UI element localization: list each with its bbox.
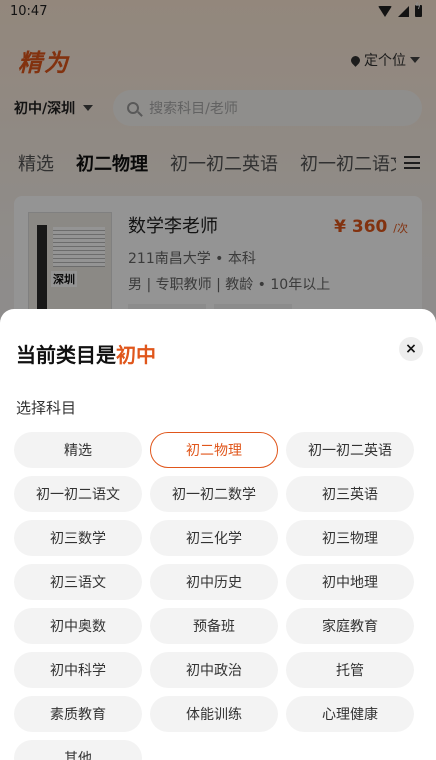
sheet-title: 当前类目是初中	[16, 343, 156, 367]
close-icon[interactable]: ×	[399, 337, 423, 361]
subject-option[interactable]: 初中科学	[14, 652, 142, 688]
subject-option[interactable]: 初一初二语文	[14, 476, 142, 512]
section-label: 选择科目	[16, 399, 77, 417]
subject-option[interactable]: 初中政治	[150, 652, 278, 688]
subject-option[interactable]: 初三化学	[150, 520, 278, 556]
subject-option[interactable]: 精选	[14, 432, 142, 468]
subject-option[interactable]: 初三英语	[286, 476, 414, 512]
subject-picker-sheet: 当前类目是初中 × 选择科目 精选 初二物理 初一初二英语 初一初二语文 初一初二数学初…	[0, 309, 436, 760]
subject-option[interactable]: 体能训练	[150, 696, 278, 732]
subject-option[interactable]: 初三物理	[286, 520, 414, 556]
subject-option[interactable]: 初一初二数学	[150, 476, 278, 512]
subject-option[interactable]: 初中奥数	[14, 608, 142, 644]
subject-grid: 精选 初二物理 初一初二英语初一初二语文 初一初二数学 初三英语初三数学 初三化学 初三物理…	[14, 432, 414, 760]
subject-option[interactable]: 初二物理	[150, 432, 278, 468]
subject-option[interactable]: 初三语文	[14, 564, 142, 600]
subject-option[interactable]: 初一初二英语	[286, 432, 414, 468]
current-category: 初中	[116, 343, 156, 367]
subject-option[interactable]: 心理健康	[286, 696, 414, 732]
subject-option[interactable]: 初中地理	[286, 564, 414, 600]
subject-option[interactable]: 家庭教育	[286, 608, 414, 644]
subject-option[interactable]: 初中历史	[150, 564, 278, 600]
subject-option[interactable]: 素质教育	[14, 696, 142, 732]
subject-option[interactable]: 初三数学	[14, 520, 142, 556]
subject-option[interactable]: 托管	[286, 652, 414, 688]
subject-option[interactable]: 其他	[14, 740, 142, 760]
subject-option[interactable]: 预备班	[150, 608, 278, 644]
